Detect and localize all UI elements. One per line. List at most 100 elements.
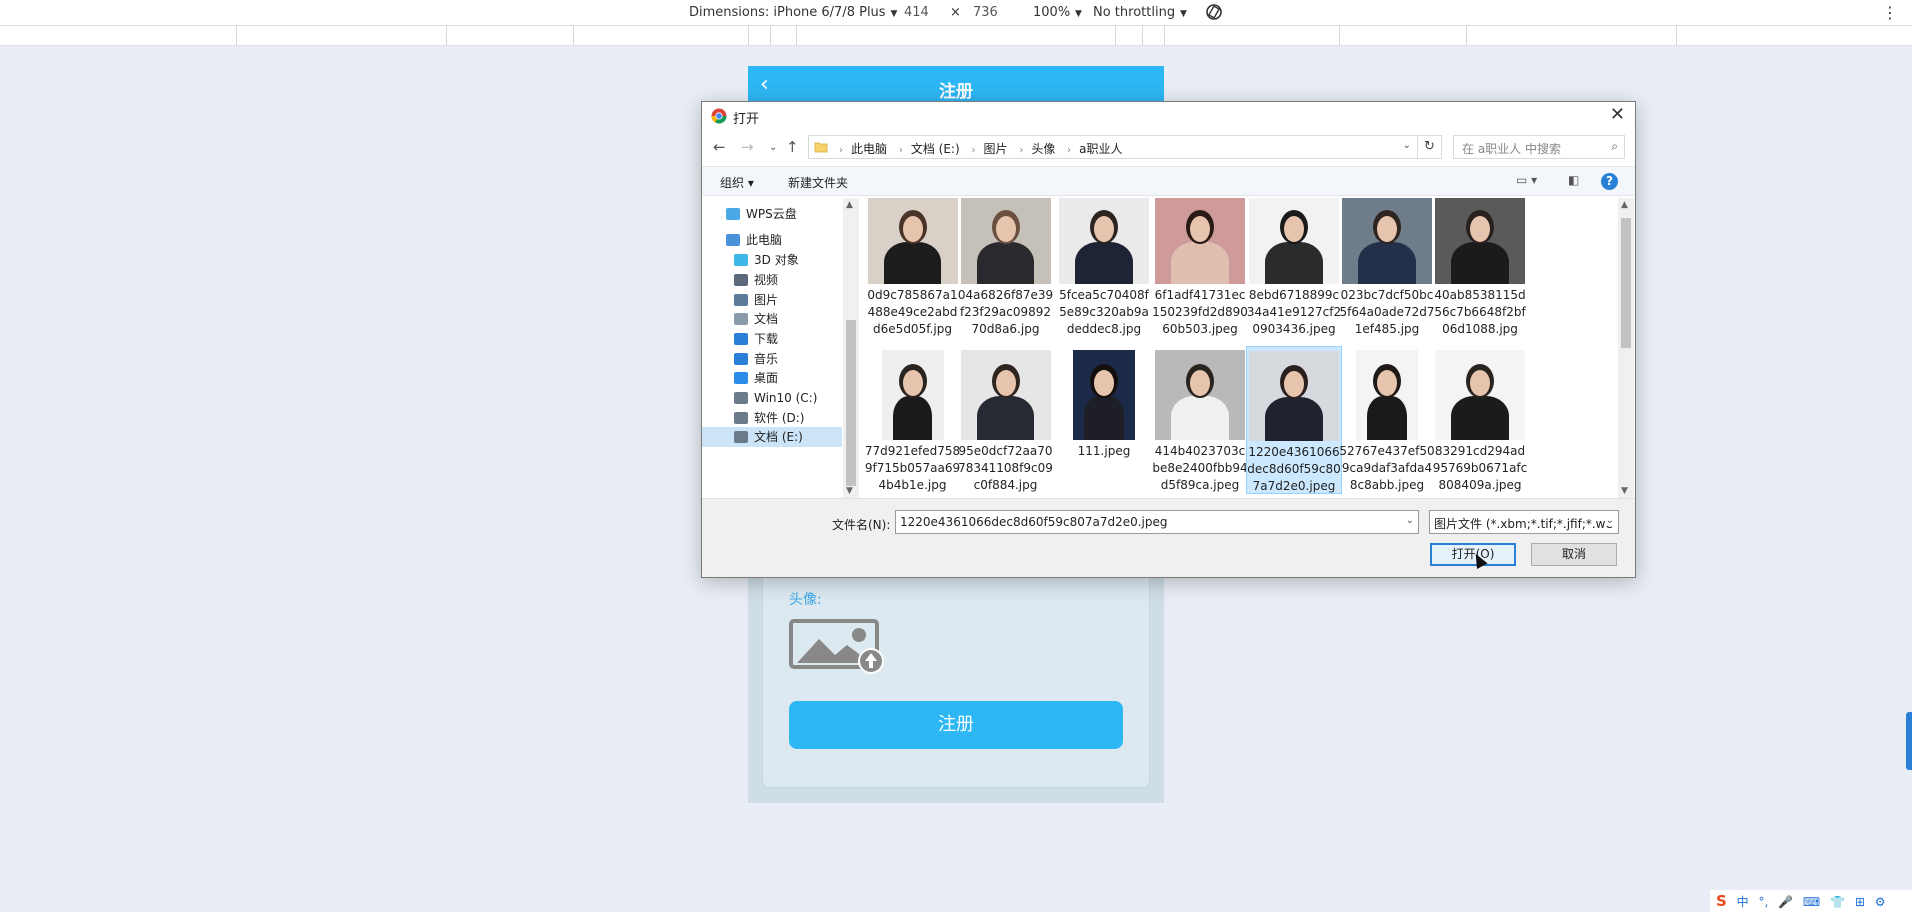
organize-button[interactable]: 组织 ▾ [720,174,754,191]
recent-locations-icon[interactable]: ⌄ [769,142,777,153]
file-name: 0d9c785867a1488e49ce2abdd6e5d05f.jpg [867,288,958,336]
skin-icon[interactable]: 👕 [1830,891,1845,912]
file-name: 83291cd294ad95769b0671afc808409a.jpeg [1432,444,1528,492]
file-type-select[interactable]: 图片文件 (*.xbm;*.tif;*.jfif;*.we ⌄ [1429,510,1619,534]
photo-thumbnail-icon [1342,198,1432,284]
nav-item[interactable]: 3D 对象 [734,250,844,270]
file-name: 95e0dcf72aa7078341108f9c09c0f884.jpg [958,444,1053,492]
scroll-down-icon[interactable]: ▼ [1621,486,1628,496]
help-icon[interactable]: ? [1601,173,1618,190]
file-name: 023bc7dcf50bc5f64a0ade72d71ef485.jpg [1339,288,1435,336]
throttling-selector[interactable]: No throttling ▼ [1093,5,1187,20]
breadcrumb-item[interactable]: 图片 [983,142,1007,156]
nav-item[interactable]: 软件 (D:) [734,408,844,428]
new-folder-button[interactable]: 新建文件夹 [788,174,848,191]
nav-item[interactable]: WPS云盘 [726,204,836,224]
file-item[interactable]: 023bc7dcf50bc5f64a0ade72d71ef485.jpg [1339,198,1435,338]
close-icon[interactable]: ✕ [1610,104,1625,125]
breadcrumb-item[interactable]: 头像 [1031,142,1055,156]
file-name: 1220e4361066dec8d60f59c807a7d2e0.jpeg [1247,445,1341,493]
register-button[interactable]: 注册 [789,701,1123,749]
refresh-icon[interactable]: ↻ [1418,135,1442,159]
address-bar[interactable]: › 此电脑 › 文档 (E:) › 图片 › 头像 › a职业人 ⌄ [808,135,1418,159]
cancel-button[interactable]: 取消 [1531,543,1617,566]
sogou-logo-icon[interactable]: S [1716,890,1727,912]
view-options-icon[interactable]: ▭ ▾ [1516,173,1537,187]
file-item[interactable]: 8ebd6718899c34a41e9127cf20903436.jpeg [1246,198,1342,338]
search-input[interactable]: 在 a职业人 中搜索 ⌕ [1453,135,1625,159]
nav-item[interactable]: 视频 [734,270,844,290]
photo-thumbnail-icon [867,198,958,284]
width-input[interactable]: 414 [904,5,929,20]
scroll-down-icon[interactable]: ▼ [846,486,853,496]
chevron-down-icon[interactable]: ⌄ [1403,140,1411,151]
file-item[interactable]: 95e0dcf72aa7078341108f9c09c0f884.jpg [958,346,1054,494]
chevron-down-icon: ▼ [887,9,898,19]
filename-input[interactable]: 1220e4361066dec8d60f59c807a7d2e0.jpeg ⌄ [895,510,1419,534]
rotate-icon[interactable] [1204,2,1224,26]
grid-icon[interactable]: ⊞ [1855,891,1865,912]
file-item[interactable]: 1220e4361066dec8d60f59c807a7d2e0.jpeg [1246,346,1342,494]
photo-thumbnail-icon [1356,350,1418,440]
photo-thumbnail-icon [1073,350,1135,440]
devtools-toolbar: Dimensions: iPhone 6/7/8 Plus ▼ 414 × 73… [0,0,1912,26]
more-options-icon[interactable]: ⋮ [1882,3,1898,22]
file-name: 04a6826f87e39f23f29ac0989270d8a6.jpg [957,288,1054,336]
preview-pane-icon[interactable]: ◧ [1568,173,1579,187]
photo-thumbnail-icon [1059,198,1149,284]
ime-item[interactable]: °, [1758,891,1768,912]
nav-item[interactable]: 文档 [734,309,844,329]
file-name: 52767e437ef509ca9daf3afda48c8abb.jpeg [1339,444,1435,492]
file-item[interactable]: 0d9c785867a1488e49ce2abdd6e5d05f.jpg [865,198,961,338]
nav-item[interactable]: 此电脑 [726,230,836,250]
ime-toolbar: S 中 °, 🎤 ⌨ 👕 ⊞ ⚙ [1710,890,1912,912]
nav-item[interactable]: 图片 [734,290,844,310]
computer-icon [726,234,740,246]
file-item[interactable]: 414b4023703cbe8e2400fbb94d5f89ca.jpeg [1152,346,1248,494]
back-arrow-icon[interactable]: ← [713,138,726,156]
breadcrumb-item[interactable]: 此电脑 [851,142,887,156]
file-item[interactable]: 111.jpeg [1056,346,1152,494]
nav-item[interactable]: 下载 [734,329,844,349]
file-item[interactable]: 5fcea5c70408f5e89c320ab9adeddec8.jpg [1056,198,1152,338]
nav-item[interactable]: Win10 (C:) [734,388,844,408]
height-input[interactable]: 736 [973,5,998,20]
file-item[interactable]: 77d921efed7589f715b057aa694b4b1e.jpg [865,346,961,494]
file-item[interactable]: 40ab8538115d56c7b6648f2bf06d1088.jpg [1432,198,1528,338]
file-item[interactable]: 83291cd294ad95769b0671afc808409a.jpeg [1432,346,1528,494]
breadcrumb-item[interactable]: a职业人 [1079,142,1122,156]
breadcrumb: › 此电脑 › 文档 (E:) › 图片 › 头像 › a职业人 [839,142,1123,156]
navigation-scrollbar[interactable]: ▲ ▼ [843,198,859,498]
breadcrumb-item[interactable]: 文档 (E:) [911,142,960,156]
nav-item[interactable]: 文档 (E:) [702,427,842,447]
scroll-up-icon[interactable]: ▲ [846,200,853,210]
scroll-thumb[interactable] [846,320,856,486]
microphone-icon[interactable]: 🎤 [1778,891,1793,912]
file-name: 5fcea5c70408f5e89c320ab9adeddec8.jpg [1059,288,1149,336]
scroll-up-icon[interactable]: ▲ [1621,200,1628,210]
device-selector[interactable]: Dimensions: iPhone 6/7/8 Plus ▼ [689,5,897,20]
nav-item[interactable]: 桌面 [734,368,844,388]
ime-item[interactable]: 中 [1737,891,1749,912]
keyboard-icon[interactable]: ⌨ [1803,891,1820,912]
filename-value: 1220e4361066dec8d60f59c807a7d2e0.jpeg [900,515,1168,529]
side-handle[interactable] [1906,712,1912,770]
forward-arrow-icon[interactable]: → [741,138,754,156]
up-arrow-icon[interactable]: ↑ [786,138,799,156]
photo-thumbnail-icon [1249,351,1339,441]
zoom-selector[interactable]: 100% ▼ [1033,5,1082,20]
avatar-label: 头像: [789,592,822,608]
documents-icon [734,313,748,325]
photo-thumbnail-icon [1155,350,1245,440]
image-upload-icon[interactable] [789,619,885,675]
file-item[interactable]: 6f1adf41731ec150239fd2d89060b503.jpeg [1152,198,1248,338]
file-item[interactable]: 04a6826f87e39f23f29ac0989270d8a6.jpg [958,198,1054,338]
file-item[interactable]: 52767e437ef509ca9daf3afda48c8abb.jpeg [1339,346,1435,494]
scroll-thumb[interactable] [1621,218,1631,348]
nav-item-label: 此电脑 [746,233,783,247]
nav-item[interactable]: 音乐 [734,349,844,369]
settings-icon[interactable]: ⚙ [1875,891,1886,912]
chevron-down-icon[interactable]: ⌄ [1406,515,1414,526]
chevron-down-icon: ▼ [1072,9,1082,19]
file-list-scrollbar[interactable]: ▲ ▼ [1618,198,1634,498]
